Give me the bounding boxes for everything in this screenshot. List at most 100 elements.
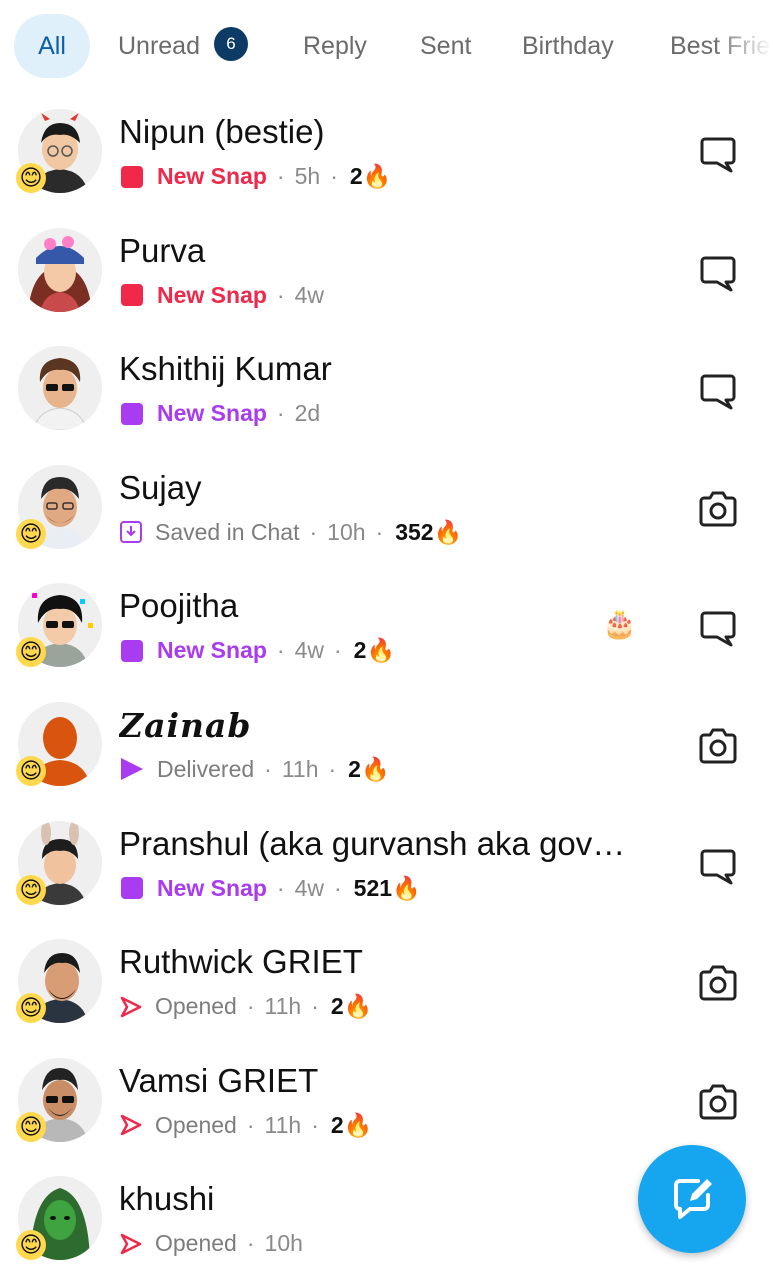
new-snap-red-icon	[121, 284, 143, 307]
chat-status-line: Opened · 10h	[119, 1230, 303, 1257]
chat-status: New Snap	[157, 163, 267, 189]
chat-status: Saved in Chat	[155, 518, 300, 545]
new-snap-purple-icon	[121, 639, 143, 662]
chat-status: Opened	[155, 993, 237, 1020]
opened-arrow-icon	[120, 1115, 142, 1136]
camera-icon[interactable]	[697, 1082, 739, 1124]
separator-dot: ·	[276, 637, 285, 664]
fire-icon: 🔥	[433, 518, 463, 545]
chat-time: 4w	[294, 637, 324, 664]
tabs-fade	[713, 0, 773, 92]
chat-status-line: New Snap · 2d	[119, 400, 320, 427]
delivered-arrow-icon	[121, 758, 143, 781]
separator-dot: ·	[276, 163, 285, 189]
chat-bubble-icon[interactable]	[697, 133, 739, 175]
friend-emoji-icon: 😊	[16, 1111, 46, 1142]
chat-name: Vamsi GRIET	[119, 1061, 319, 1099]
separator-dot: ·	[276, 281, 285, 308]
chat-status: New Snap	[157, 400, 267, 427]
tab-unread[interactable]: Unread 6	[118, 14, 248, 78]
filter-tabs: All Unread6 Reply Sent Birthday Best Fri…	[0, 0, 773, 92]
chat-row[interactable]: Purva New Snap · 4w	[0, 214, 773, 333]
chat-bubble-icon[interactable]	[697, 252, 739, 294]
chat-status-line: Delivered · 11h · 2 🔥	[119, 756, 390, 783]
chat-row[interactable]: 😊 Sujay Saved in Chat · 10h · 352 🔥	[0, 451, 773, 570]
unread-count-badge: 6	[214, 27, 248, 62]
chat-time: 2d	[294, 400, 321, 427]
chat-row[interactable]: 😊 Pranshul (aka gurvansh aka gov… New Sn…	[0, 807, 773, 926]
separator-dot: ·	[276, 400, 285, 427]
birthday-cake-icon: 🎂	[602, 608, 637, 640]
camera-icon[interactable]	[697, 489, 739, 531]
chat-name: Ruthwick GRIET	[119, 943, 363, 981]
camera-icon[interactable]	[697, 726, 739, 768]
chat-time: 11h	[264, 1111, 302, 1138]
opened-arrow-icon	[120, 1233, 142, 1255]
tab-all[interactable]: All	[14, 14, 90, 78]
chat-name: Sujay	[119, 468, 202, 506]
chat-status: New Snap	[157, 281, 267, 308]
avatar[interactable]	[18, 346, 102, 431]
chat-bubble-icon[interactable]	[697, 370, 739, 412]
chat-name: Nipun (bestie)	[119, 113, 325, 150]
chat-status-line: New Snap · 4w	[119, 282, 324, 309]
chat-row[interactable]: 😊 Vamsi GRIET Opened · 11h · 2 🔥	[0, 1044, 773, 1163]
chat-status: Opened	[155, 1111, 237, 1138]
chat-status-line: Saved in Chat · 10h · 352 🔥	[119, 519, 462, 546]
chat-status-line: Opened · 11h · 2 🔥	[119, 993, 372, 1020]
chat-bubble-icon[interactable]	[697, 607, 739, 649]
separator-dot: ·	[246, 1230, 255, 1257]
chat-name: Purva	[119, 231, 206, 269]
tab-sent[interactable]: Sent	[420, 14, 471, 78]
chat-name: Pranshul (aka gurvansh aka gov…	[119, 824, 626, 862]
chat-status-line: Opened · 11h · 2 🔥	[119, 1112, 372, 1139]
chat-time: 10h	[327, 518, 366, 545]
streak-count: 2	[353, 637, 367, 664]
chat-row[interactable]: 😊 Ruthwick GRIET Opened · 11h · 2 🔥	[0, 925, 773, 1044]
tab-birthday[interactable]: Birthday	[522, 14, 614, 78]
separator-dot: ·	[334, 637, 342, 664]
tab-unread-label: Unread	[118, 32, 200, 60]
chat-status: New Snap	[157, 874, 267, 901]
new-snap-red-icon	[121, 165, 143, 188]
streak-count: 2	[330, 1111, 344, 1138]
camera-icon[interactable]	[697, 963, 739, 1005]
chat-time: 4w	[294, 874, 324, 901]
friend-emoji-icon: 😊	[16, 163, 46, 193]
avatar[interactable]	[18, 227, 102, 312]
opened-arrow-icon	[120, 996, 142, 1017]
chat-name: khushi	[119, 1180, 215, 1218]
chat-row[interactable]: 😊 Nipun (bestie) New Snap · 5h · 2 🔥	[0, 95, 773, 214]
chat-bubble-icon[interactable]	[697, 845, 739, 887]
streak-count: 2	[349, 163, 363, 189]
separator-dot: ·	[311, 993, 319, 1020]
friend-emoji-icon: 😊	[16, 518, 46, 549]
new-snap-purple-icon	[121, 402, 143, 425]
compose-icon	[674, 1179, 712, 1219]
new-chat-button[interactable]	[638, 1145, 746, 1253]
separator-dot: ·	[375, 518, 384, 545]
chat-row[interactable]: 😊 Poojitha New Snap · 4w · 2 🔥 🎂	[0, 569, 773, 688]
separator-dot: ·	[246, 1111, 255, 1138]
chat-time: 10h	[264, 1230, 303, 1257]
friend-emoji-icon: 😊	[16, 993, 46, 1024]
tab-reply[interactable]: Reply	[303, 14, 367, 78]
chat-name: Kshithij Kumar	[119, 350, 332, 388]
friend-emoji-icon: 😊	[16, 874, 46, 905]
separator-dot: ·	[264, 755, 272, 782]
chat-status: Delivered	[157, 755, 255, 782]
chat-status-line: New Snap · 4w · 2 🔥	[119, 637, 395, 664]
friend-emoji-icon: 😊	[16, 1230, 46, 1261]
separator-dot: ·	[328, 755, 337, 782]
chat-row[interactable]: Kshithij Kumar New Snap · 2d	[0, 332, 773, 451]
chat-status: New Snap	[157, 637, 267, 664]
chat-status-line: New Snap · 5h · 2 🔥	[119, 163, 391, 190]
chat-name: Poojitha	[119, 587, 239, 625]
chat-time: 5h	[294, 163, 321, 189]
new-snap-purple-icon	[121, 877, 143, 900]
fire-icon: 🔥	[343, 1111, 373, 1138]
streak-count: 352	[395, 518, 434, 545]
separator-dot: ·	[246, 993, 255, 1020]
chat-list: 😊 Nipun (bestie) New Snap · 5h · 2 🔥 Purv…	[0, 95, 773, 1281]
chat-row[interactable]: 😊 Zainab Delivered · 11h · 2 🔥	[0, 688, 773, 807]
